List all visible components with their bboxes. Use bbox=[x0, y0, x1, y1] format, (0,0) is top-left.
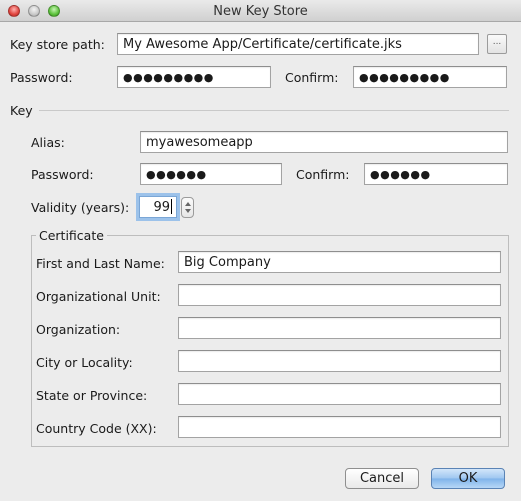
cert-org-unit-label: Organizational Unit: bbox=[36, 289, 161, 304]
keystore-password-input[interactable]: ●●●●●●●●● bbox=[117, 66, 271, 88]
keystore-path-label: Key store path: bbox=[10, 37, 105, 52]
key-password-input[interactable]: ●●●●●● bbox=[140, 163, 282, 185]
cert-state-input[interactable] bbox=[178, 383, 501, 405]
keystore-password-label: Password: bbox=[10, 70, 73, 85]
validity-stepper[interactable] bbox=[181, 197, 194, 218]
cert-org-input[interactable] bbox=[178, 317, 501, 339]
cert-city-label: City or Locality: bbox=[36, 355, 133, 370]
key-section-label: Key bbox=[10, 103, 33, 118]
browse-button[interactable]: ... bbox=[487, 34, 507, 54]
alias-input[interactable]: myawesomeapp bbox=[140, 131, 508, 153]
validity-input[interactable]: 99 bbox=[139, 196, 177, 218]
validity-label: Validity (years): bbox=[31, 200, 130, 215]
keystore-path-input[interactable]: My Awesome App/Certificate/certificate.j… bbox=[117, 33, 479, 55]
cert-country-input[interactable] bbox=[178, 416, 501, 438]
cert-name-label: First and Last Name: bbox=[36, 256, 165, 271]
cert-state-label: State or Province: bbox=[36, 388, 148, 403]
ok-button[interactable]: OK bbox=[431, 468, 505, 489]
cert-country-label: Country Code (XX): bbox=[36, 421, 157, 436]
cert-city-input[interactable] bbox=[178, 350, 501, 372]
alias-label: Alias: bbox=[31, 135, 65, 150]
keystore-confirm-label: Confirm: bbox=[285, 70, 339, 85]
key-confirm-input[interactable]: ●●●●●● bbox=[364, 163, 508, 185]
ellipsis-icon: ... bbox=[492, 37, 502, 47]
text-caret bbox=[171, 199, 172, 214]
key-password-label: Password: bbox=[31, 167, 94, 182]
validity-value: 99 bbox=[153, 200, 170, 215]
cancel-button[interactable]: Cancel bbox=[345, 468, 419, 489]
key-confirm-label: Confirm: bbox=[296, 167, 350, 182]
cert-name-input[interactable]: Big Company bbox=[178, 251, 501, 273]
keystore-confirm-input[interactable]: ●●●●●●●●● bbox=[353, 66, 507, 88]
stepper-down-icon[interactable] bbox=[185, 209, 191, 213]
cert-org-unit-input[interactable] bbox=[178, 284, 501, 306]
title-bar: New Key Store bbox=[0, 0, 521, 22]
cert-org-label: Organization: bbox=[36, 322, 121, 337]
key-section-divider bbox=[39, 110, 509, 111]
window-title: New Key Store bbox=[213, 4, 308, 19]
stepper-up-icon[interactable] bbox=[185, 202, 191, 206]
certificate-group-title: Certificate bbox=[36, 228, 107, 243]
